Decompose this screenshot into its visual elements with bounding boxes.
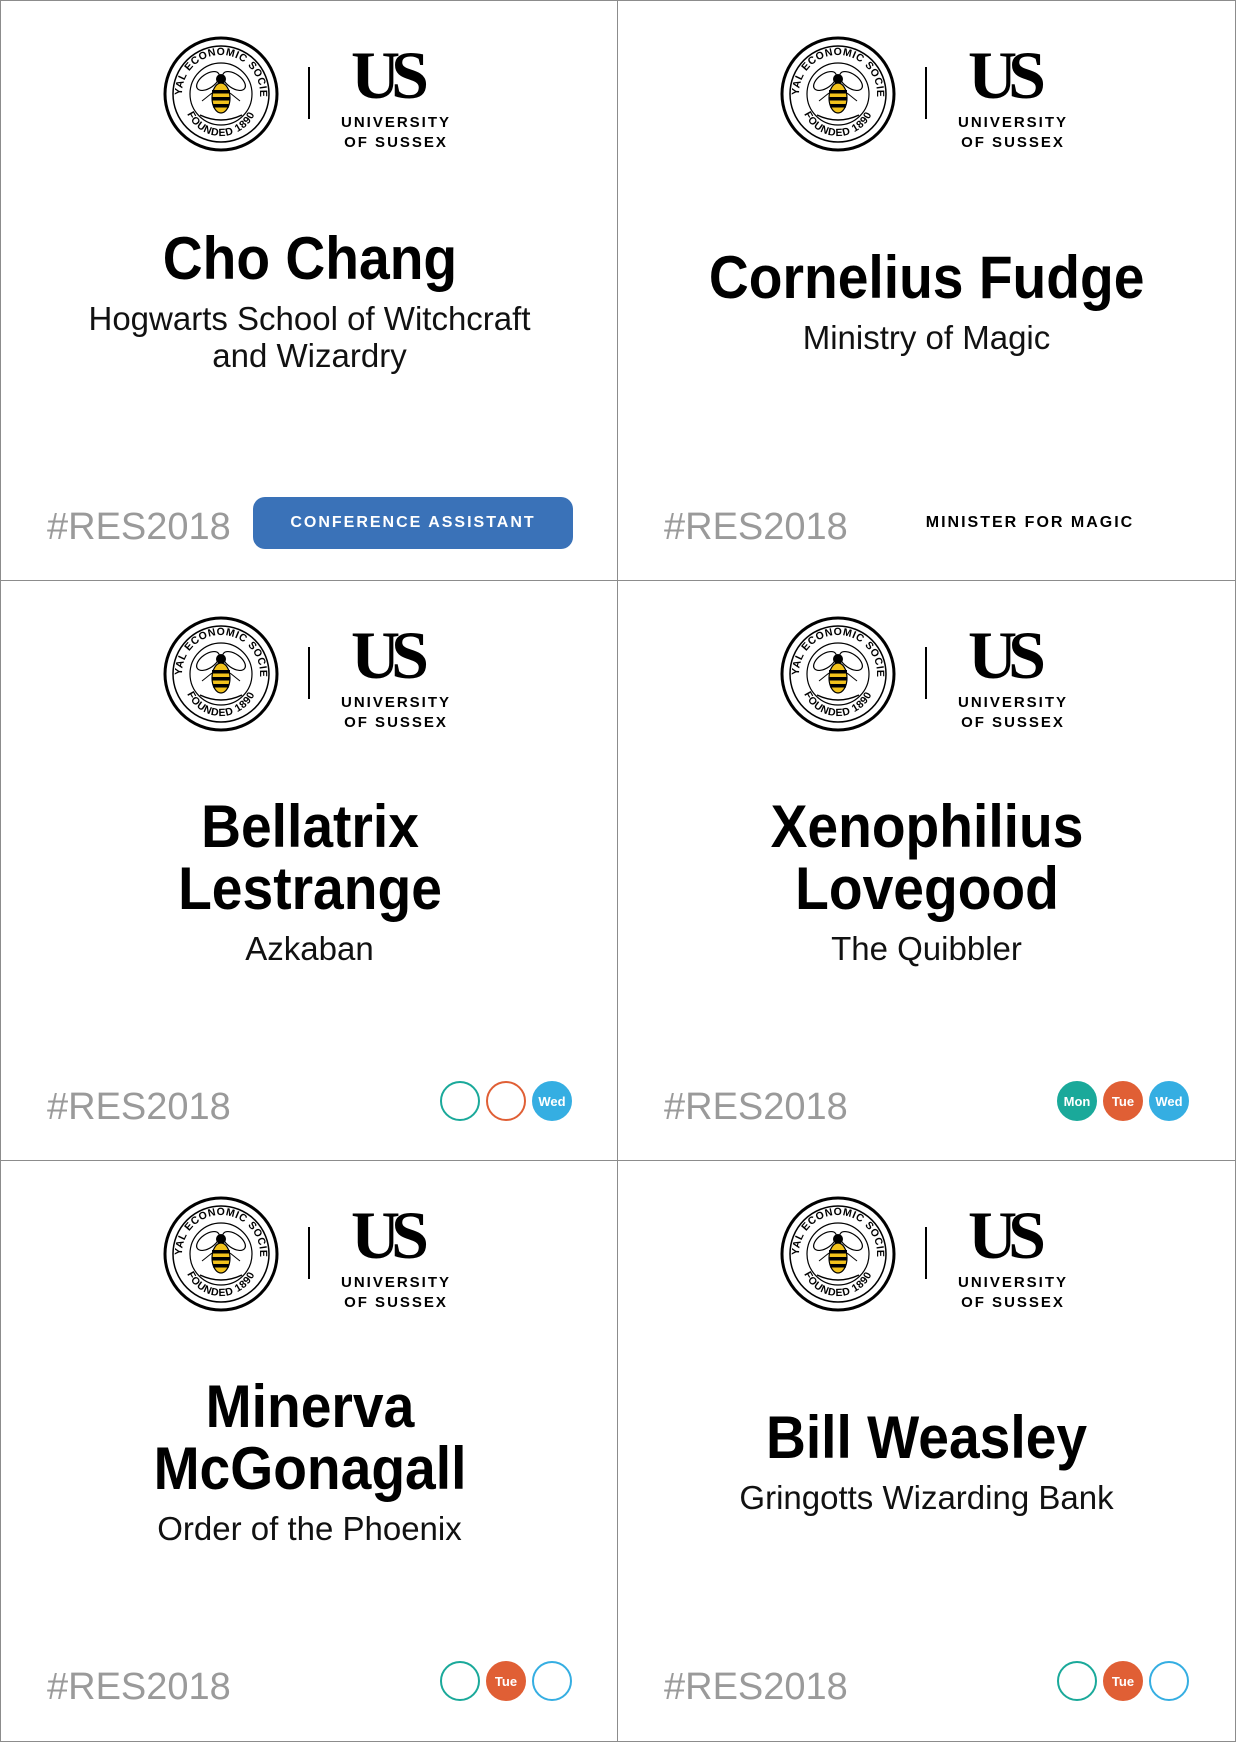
university-line-2: OF SUSSEX	[344, 1294, 448, 1311]
royal-economic-society-seal: ROYAL ECONOMIC SOCIETY FOUNDED 1890	[779, 35, 896, 152]
logo-row: ROYAL ECONOMIC SOCIETY FOUNDED 1890	[1, 1195, 618, 1315]
attendee-name: Xenophilius Lovegood	[770, 792, 1083, 922]
attendance-days: Wed	[440, 1081, 572, 1125]
role-label: MINISTER FOR MAGIC	[925, 514, 1135, 531]
university-wordmark: UNIVERSITY OF SUSSEX	[331, 1273, 461, 1313]
day-indicator	[440, 1081, 480, 1121]
university-of-sussex-logo: US UNIVERSITY OF SUSSEX	[331, 41, 471, 157]
badge-body: Xenophilius Lovegood The Quibbler	[638, 731, 1215, 1031]
day-indicator	[486, 1081, 526, 1121]
university-wordmark: UNIVERSITY OF SUSSEX	[331, 693, 461, 733]
badge-body: Cornelius Fudge Ministry of Magic	[638, 151, 1215, 451]
event-hashtag: #RES2018	[664, 1086, 848, 1128]
university-line-2: OF SUSSEX	[344, 134, 448, 151]
name-badge: ROYAL ECONOMIC SOCIETY FOUNDED 1890	[617, 580, 1236, 1162]
badge-body: Minerva McGonagall Order of the Phoenix	[21, 1311, 598, 1611]
day-indicator	[1057, 1661, 1097, 1701]
university-wordmark: UNIVERSITY OF SUSSEX	[331, 113, 461, 153]
name-badge: ROYAL ECONOMIC SOCIETY FOUNDED 1890	[0, 0, 619, 582]
attendee-name: Cho Chang	[162, 225, 457, 292]
logo-divider	[925, 1227, 927, 1279]
logo-divider	[925, 647, 927, 699]
us-monogram: US	[968, 1197, 1046, 1273]
university-of-sussex-logo: US UNIVERSITY OF SUSSEX	[948, 621, 1088, 737]
badge-body: Bellatrix Lestrange Azkaban	[21, 731, 598, 1031]
attendee-name: Bellatrix Lestrange	[177, 792, 442, 922]
badge-sheet: ROYAL ECONOMIC SOCIETY FOUNDED 1890	[0, 0, 1240, 1754]
event-hashtag: #RES2018	[47, 1666, 231, 1708]
day-indicator: Tue	[1103, 1661, 1143, 1701]
attendee-organisation: The Quibbler	[831, 929, 1022, 967]
role-badge: CONFERENCE ASSISTANT	[253, 497, 573, 549]
attendee-name: Minerva McGonagall	[153, 1372, 466, 1502]
university-wordmark: UNIVERSITY OF SUSSEX	[948, 693, 1078, 733]
attendance-days: Mon Tue Wed	[1057, 1081, 1189, 1125]
badge-body: Cho Chang Hogwarts School of Witchcraft …	[21, 151, 598, 451]
day-indicator: Wed	[1149, 1081, 1189, 1121]
attendee-organisation: Azkaban	[245, 929, 374, 967]
university-line-2: OF SUSSEX	[961, 1294, 1065, 1311]
university-of-sussex-logo: US UNIVERSITY OF SUSSEX	[948, 1201, 1088, 1317]
university-line-1: UNIVERSITY	[340, 694, 451, 711]
us-monogram: US	[351, 617, 429, 693]
royal-economic-society-seal: ROYAL ECONOMIC SOCIETY FOUNDED 1890	[779, 1195, 896, 1312]
logo-divider	[308, 67, 310, 119]
logo-row: ROYAL ECONOMIC SOCIETY FOUNDED 1890	[618, 615, 1235, 735]
day-indicator	[440, 1661, 480, 1701]
attendee-organisation: Order of the Phoenix	[157, 1509, 462, 1547]
day-indicator: Tue	[486, 1661, 526, 1701]
university-wordmark: UNIVERSITY OF SUSSEX	[948, 113, 1078, 153]
logo-row: ROYAL ECONOMIC SOCIETY FOUNDED 1890	[1, 35, 618, 155]
university-line-1: UNIVERSITY	[957, 694, 1068, 711]
logo-divider	[308, 1227, 310, 1279]
university-line-1: UNIVERSITY	[957, 1274, 1068, 1291]
us-monogram: US	[351, 1197, 429, 1273]
badge-body: Bill Weasley Gringotts Wizarding Bank	[638, 1311, 1215, 1611]
day-indicator	[532, 1661, 572, 1701]
university-of-sussex-logo: US UNIVERSITY OF SUSSEX	[948, 41, 1088, 157]
name-badge: ROYAL ECONOMIC SOCIETY FOUNDED 1890	[0, 580, 619, 1162]
university-line-2: OF SUSSEX	[344, 714, 448, 731]
event-hashtag: #RES2018	[664, 506, 848, 548]
attendee-organisation: Ministry of Magic	[802, 318, 1051, 356]
us-monogram: US	[968, 617, 1046, 693]
logo-divider	[925, 67, 927, 119]
attendance-days: Tue	[1057, 1661, 1189, 1705]
attendee-name: Bill Weasley	[765, 1403, 1088, 1471]
university-of-sussex-logo: US UNIVERSITY OF SUSSEX	[331, 1201, 471, 1317]
royal-economic-society-seal: ROYAL ECONOMIC SOCIETY FOUNDED 1890	[162, 35, 279, 152]
day-indicator: Tue	[1103, 1081, 1143, 1121]
logo-row: ROYAL ECONOMIC SOCIETY FOUNDED 1890	[618, 35, 1235, 155]
event-hashtag: #RES2018	[47, 506, 231, 548]
logo-divider	[308, 647, 310, 699]
university-line-2: OF SUSSEX	[961, 714, 1065, 731]
university-line-2: OF SUSSEX	[961, 134, 1065, 151]
us-monogram: US	[968, 37, 1046, 113]
event-hashtag: #RES2018	[664, 1666, 848, 1708]
attendee-organisation: Gringotts Wizarding Bank	[739, 1478, 1114, 1516]
name-badge: ROYAL ECONOMIC SOCIETY FOUNDED 1890	[0, 1160, 619, 1742]
day-indicator: Wed	[532, 1081, 572, 1121]
us-monogram: US	[351, 37, 429, 113]
event-hashtag: #RES2018	[47, 1086, 231, 1128]
day-indicator: Mon	[1057, 1081, 1097, 1121]
royal-economic-society-seal: ROYAL ECONOMIC SOCIETY FOUNDED 1890	[779, 615, 896, 732]
attendee-organisation: Hogwarts School of Witchcraft and Wizard…	[88, 300, 531, 374]
logo-row: ROYAL ECONOMIC SOCIETY FOUNDED 1890	[1, 615, 618, 735]
attendance-days: Tue	[440, 1661, 572, 1705]
university-of-sussex-logo: US UNIVERSITY OF SUSSEX	[331, 621, 471, 737]
university-line-1: UNIVERSITY	[340, 114, 451, 131]
university-line-1: UNIVERSITY	[340, 1274, 451, 1291]
attendee-name: Cornelius Fudge	[708, 243, 1145, 311]
university-line-1: UNIVERSITY	[957, 114, 1068, 131]
logo-row: ROYAL ECONOMIC SOCIETY FOUNDED 1890	[618, 1195, 1235, 1315]
royal-economic-society-seal: ROYAL ECONOMIC SOCIETY FOUNDED 1890	[162, 615, 279, 732]
name-badge: ROYAL ECONOMIC SOCIETY FOUNDED 1890	[617, 0, 1236, 582]
university-wordmark: UNIVERSITY OF SUSSEX	[948, 1273, 1078, 1313]
royal-economic-society-seal: ROYAL ECONOMIC SOCIETY FOUNDED 1890	[162, 1195, 279, 1312]
name-badge: ROYAL ECONOMIC SOCIETY FOUNDED 1890	[617, 1160, 1236, 1742]
day-indicator	[1149, 1661, 1189, 1701]
